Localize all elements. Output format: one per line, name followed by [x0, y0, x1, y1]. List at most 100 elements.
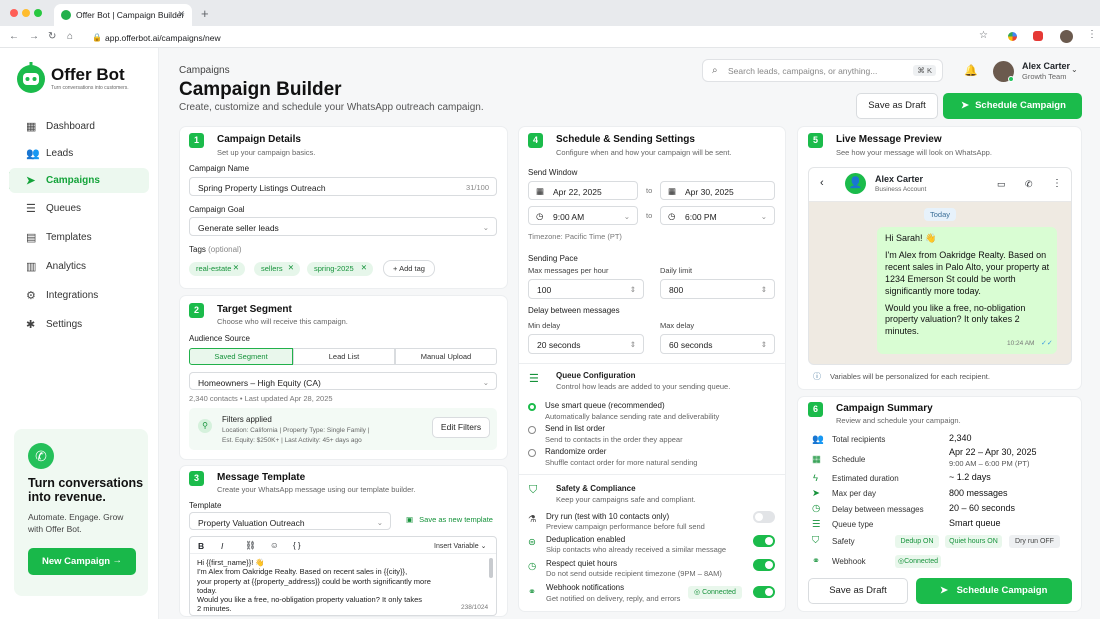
dry-run-toggle[interactable] [753, 511, 775, 523]
forward-icon[interactable]: → [29, 31, 39, 42]
stepper-icon[interactable]: ⇕ [761, 340, 767, 349]
editor-scrollbar[interactable] [489, 558, 493, 578]
end-time-select[interactable]: ◷ 6:00 PM ⌄ [660, 206, 775, 225]
max-delay-input[interactable]: 60 seconds ⇕ [660, 334, 775, 354]
bubble-text: Hi Sarah! 👋 I'm Alex from Oakridge Realt… [885, 233, 1052, 338]
window-close-dot[interactable] [10, 9, 18, 17]
nav-templates[interactable]: ▤ Templates [9, 225, 149, 250]
add-tag-button[interactable]: + Add tag [383, 260, 435, 277]
toggle-knob [755, 513, 763, 521]
more-options-icon[interactable]: ⋮ [1052, 178, 1062, 189]
tab-lead-list[interactable]: Lead List [293, 348, 395, 365]
bold-icon[interactable]: B [198, 541, 204, 551]
nav-analytics[interactable]: ▥ Analytics [9, 254, 149, 279]
webhook-toggle[interactable] [753, 586, 775, 598]
radio-randomize[interactable] [528, 449, 536, 457]
breadcrumb[interactable]: Campaigns [179, 65, 230, 76]
search-input[interactable]: ⌕ Search leads, campaigns, or anything..… [702, 59, 943, 82]
segment-select[interactable]: Homeowners – High Equity (CA) ⌄ [189, 372, 497, 390]
close-tab-icon[interactable]: ✕ [177, 9, 185, 20]
send-icon: ➤ [940, 585, 948, 596]
field-value: 9:00 AM [553, 212, 585, 222]
message-body[interactable]: Hi {{first_name}}! 👋 I'm Alex from Oakri… [197, 558, 487, 614]
campaign-name-input[interactable]: Spring Property Listings Outreach 31/100 [189, 177, 497, 196]
link-icon[interactable]: ⛓ [245, 540, 256, 551]
home-icon[interactable]: ⌂ [67, 31, 73, 42]
profile-avatar-icon[interactable] [1060, 30, 1073, 43]
webhook-icon: ⚭ [812, 556, 820, 567]
summary-label: Estimated duration [832, 474, 899, 483]
body-line: 2 minutes. [197, 604, 232, 614]
emoji-icon[interactable]: ☺ [270, 540, 279, 550]
nav-label: Integrations [46, 290, 99, 301]
bookmark-star-icon[interactable]: ☆ [979, 30, 988, 41]
nav-leads[interactable]: 👥 Leads [9, 141, 149, 166]
back-icon[interactable]: ← [9, 31, 19, 42]
daily-limit-input[interactable]: 800 ⇕ [660, 279, 775, 299]
start-date-input[interactable]: ▦ Apr 22, 2025 [528, 181, 638, 200]
stepper-icon[interactable]: ⇕ [630, 285, 636, 294]
extension-red-icon[interactable] [1033, 31, 1043, 41]
reload-icon[interactable]: ↻ [48, 31, 56, 42]
dropdown-label: Insert Variable [434, 543, 479, 550]
dedupe-toggle[interactable] [753, 535, 775, 547]
summary-schedule-button[interactable]: ➤ Schedule Campaign [916, 578, 1072, 604]
summary-save-draft-button[interactable]: Save as Draft [808, 578, 908, 604]
template-select[interactable]: Property Valuation Outreach ⌄ [189, 512, 391, 530]
stepper-icon[interactable]: ⇕ [630, 340, 636, 349]
field-value: Spring Property Listings Outreach [198, 183, 326, 193]
filters-title: Filters applied [222, 415, 272, 424]
new-tab-icon[interactable]: + [201, 6, 209, 21]
phone-call-icon[interactable]: ✆ [1025, 179, 1033, 190]
save-draft-button[interactable]: Save as Draft [856, 93, 938, 119]
window-minimize-dot[interactable] [22, 9, 30, 17]
extension-icon[interactable] [1008, 32, 1017, 41]
bubble-line: Would you like a free, no-obligation pro… [885, 302, 1026, 337]
nav-queues[interactable]: ☰ Queues [9, 196, 149, 221]
chevron-left-icon[interactable]: ‹ [820, 177, 824, 189]
save-template-button[interactable]: ▣ Save as new template [406, 515, 493, 524]
clock-icon: ◷ [812, 503, 821, 514]
toggle-knob [765, 537, 773, 545]
nav-integrations[interactable]: ⚙ Integrations [9, 283, 149, 308]
tab-saved-segment[interactable]: Saved Segment [189, 348, 293, 365]
summary-subvalue: 9:00 AM – 6:00 PM (PT) [949, 459, 1030, 468]
filter-icon: ⚲ [198, 419, 212, 433]
radio-list-order[interactable] [528, 426, 536, 434]
url-field[interactable]: 🔒 app.offerbot.ai/campaigns/new [87, 30, 1087, 46]
min-delay-input[interactable]: 20 seconds ⇕ [528, 334, 644, 354]
grid-icon: ▦ [26, 121, 37, 133]
max-hour-input[interactable]: 100 ⇕ [528, 279, 644, 299]
option-desc: Shuffle contact order for more natural s… [545, 458, 698, 467]
field-value: 800 [669, 285, 684, 295]
italic-icon[interactable]: I [221, 541, 223, 551]
variable-icon[interactable]: { } [293, 541, 301, 550]
tag-chip[interactable]: spring-2025 ✕ [307, 262, 373, 276]
remove-tag-icon[interactable]: ✕ [288, 263, 294, 272]
bell-icon[interactable]: 🔔 [964, 64, 978, 77]
tab-manual-upload[interactable]: Manual Upload [395, 348, 497, 365]
char-count: 31/100 [466, 183, 489, 192]
remove-tag-icon[interactable]: ✕ [361, 263, 367, 272]
start-time-select[interactable]: ◷ 9:00 AM ⌄ [528, 206, 638, 225]
nav-dashboard[interactable]: ▦ Dashboard [9, 114, 149, 139]
radio-smart-queue[interactable] [528, 403, 536, 411]
tag-chip[interactable]: real-estate ✕ [189, 262, 245, 276]
edit-filters-button[interactable]: Edit Filters [432, 417, 490, 438]
campaign-goal-select[interactable]: Generate seller leads ⌄ [189, 217, 497, 236]
tag-chip[interactable]: sellers ✕ [254, 262, 300, 276]
new-campaign-button[interactable]: New Campaign → [28, 548, 136, 575]
schedule-campaign-button[interactable]: ➤ Schedule Campaign [943, 93, 1082, 119]
insert-variable-dropdown[interactable]: Insert Variable ⌄ [434, 542, 486, 550]
window-zoom-dot[interactable] [34, 9, 42, 17]
nav-campaigns[interactable]: ➤ Campaigns [9, 168, 149, 193]
end-date-input[interactable]: ▦ Apr 30, 2025 [660, 181, 775, 200]
quiet-hours-toggle[interactable] [753, 559, 775, 571]
browser-tab[interactable]: Offer Bot | Campaign Builder ✕ [54, 4, 192, 26]
chevron-down-icon[interactable]: ⌄ [1071, 65, 1078, 74]
nav-settings[interactable]: ✱ Settings [9, 312, 149, 337]
remove-tag-icon[interactable]: ✕ [233, 263, 239, 272]
stepper-icon[interactable]: ⇕ [761, 285, 767, 294]
video-call-icon[interactable]: ▭ [997, 179, 1006, 190]
browser-menu-icon[interactable]: ⋮ [1087, 29, 1097, 40]
